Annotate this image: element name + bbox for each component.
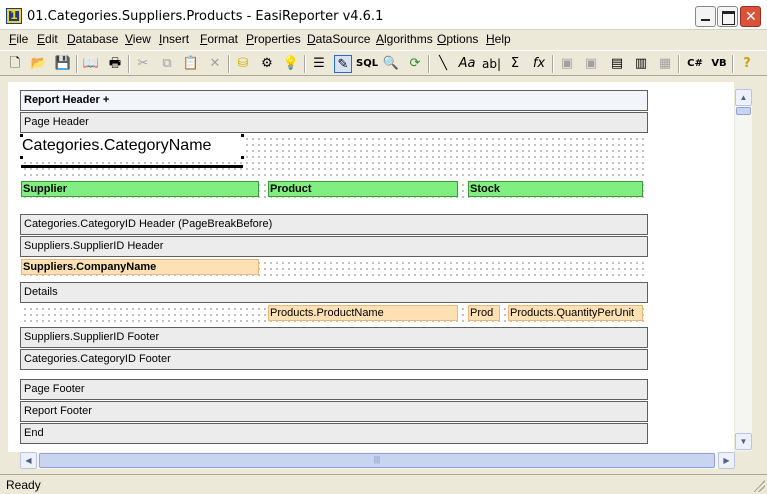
band-supplier-header[interactable]: Suppliers.SupplierID Header bbox=[20, 236, 648, 257]
menu-insert[interactable]: Insert bbox=[159, 32, 189, 46]
column-header-section[interactable]: Supplier Product Stock bbox=[20, 180, 648, 198]
menu-file[interactable]: File bbox=[9, 32, 28, 46]
resize-handle[interactable] bbox=[20, 134, 23, 137]
vb-button[interactable]: VB bbox=[708, 55, 730, 73]
details-section[interactable]: Products.ProductName Prod Products.Quant… bbox=[20, 304, 648, 322]
toolbar-separator bbox=[732, 55, 734, 73]
title-bar: 1 01.Categories.Suppliers.Products - Eas… bbox=[0, 0, 767, 30]
band-insert-icon[interactable]: ▥ bbox=[632, 55, 650, 73]
database-icon[interactable]: ⛁ bbox=[234, 55, 252, 73]
menu-bar: File Edit Database View Insert Format Pr… bbox=[0, 30, 767, 48]
band-delete-icon[interactable]: ▦ bbox=[656, 55, 674, 73]
menu-algorithms[interactable]: Algorithms bbox=[376, 32, 433, 46]
field-units-in-stock[interactable]: Prod bbox=[468, 305, 500, 321]
formula-icon[interactable]: fx bbox=[530, 55, 548, 73]
report-designer-canvas[interactable]: Report Header + Page Header Categories.C… bbox=[8, 82, 734, 452]
print-icon[interactable]: 🖶 bbox=[106, 55, 124, 73]
toolbar-separator bbox=[678, 55, 680, 73]
close-button[interactable] bbox=[740, 6, 761, 27]
horizontal-scroll-thumb[interactable]: ||| bbox=[39, 453, 715, 468]
toolbar-separator bbox=[552, 55, 554, 73]
toolbar-separator bbox=[304, 55, 306, 73]
minimize-button[interactable] bbox=[695, 6, 716, 27]
list-icon[interactable]: ☰ bbox=[310, 55, 328, 73]
horizontal-scrollbar[interactable]: ◀ ||| ▶ bbox=[20, 452, 735, 469]
csharp-button[interactable]: C# bbox=[684, 55, 706, 73]
resize-handle[interactable] bbox=[241, 134, 244, 137]
menu-options[interactable]: Options bbox=[437, 32, 478, 46]
line-tool-icon[interactable]: ╲ bbox=[434, 55, 452, 73]
vertical-scroll-thumb[interactable] bbox=[736, 107, 751, 115]
copy-icon[interactable]: ⧉ bbox=[158, 55, 176, 73]
menu-format[interactable]: Format bbox=[200, 32, 238, 46]
menu-help[interactable]: Help bbox=[486, 32, 511, 46]
menu-view[interactable]: View bbox=[125, 32, 151, 46]
status-bar: Ready bbox=[0, 474, 767, 494]
band-end[interactable]: End bbox=[20, 423, 648, 444]
menu-edit[interactable]: Edit bbox=[37, 32, 58, 46]
toolbar-separator bbox=[228, 55, 230, 73]
field-company-name[interactable]: Suppliers.CompanyName bbox=[21, 259, 259, 275]
resize-handle[interactable] bbox=[241, 156, 244, 159]
open-folder-icon[interactable]: 📂 bbox=[30, 55, 48, 73]
band-supplier-footer[interactable]: Suppliers.SupplierID Footer bbox=[20, 327, 648, 348]
maximize-button[interactable] bbox=[717, 6, 738, 27]
field-product-header[interactable]: Product bbox=[268, 181, 458, 197]
refresh-icon[interactable]: ⟳ bbox=[406, 55, 424, 73]
toolbar-separator bbox=[76, 55, 78, 73]
field-stock-header[interactable]: Stock bbox=[468, 181, 643, 197]
delete-icon[interactable]: ✕ bbox=[206, 55, 224, 73]
scroll-down-icon[interactable]: ▼ bbox=[735, 433, 752, 450]
band-report-footer[interactable]: Report Footer bbox=[20, 401, 648, 422]
menu-datasource[interactable]: DataSource bbox=[307, 32, 370, 46]
band-page-footer[interactable]: Page Footer bbox=[20, 379, 648, 400]
vertical-scrollbar[interactable]: ▲ ▼ bbox=[735, 89, 752, 451]
supplier-header-section[interactable]: Suppliers.CompanyName bbox=[20, 258, 648, 276]
band-category-footer[interactable]: Categories.CategoryID Footer bbox=[20, 349, 648, 370]
field-category-name[interactable]: Categories.CategoryName bbox=[21, 135, 243, 159]
scroll-right-icon[interactable]: ▶ bbox=[718, 452, 735, 469]
menu-database[interactable]: Database bbox=[67, 32, 118, 46]
toolbar: 🗋 📂 💾 📖 🖶 ✂ ⧉ 📋 ✕ ⛁ ⚙ 💡 ☰ ✎ SQL 🔍 ⟳ ╲ Aa… bbox=[0, 50, 767, 76]
band-details[interactable]: Details bbox=[20, 282, 648, 303]
band-report-header[interactable]: Report Header + bbox=[20, 90, 648, 111]
band-properties-icon[interactable]: ▤ bbox=[608, 55, 626, 73]
band-category-header[interactable]: Categories.CategoryID Header (PageBreakB… bbox=[20, 214, 648, 235]
scroll-left-icon[interactable]: ◀ bbox=[20, 452, 37, 469]
page-header-section[interactable]: Categories.CategoryName bbox=[20, 134, 648, 180]
preview-book-icon[interactable]: 📖 bbox=[82, 55, 100, 73]
field-product-name[interactable]: Products.ProductName bbox=[268, 305, 458, 321]
new-file-icon[interactable]: 🗋 bbox=[6, 55, 24, 73]
bring-front-icon[interactable]: ▣ bbox=[558, 55, 576, 73]
scroll-up-icon[interactable]: ▲ bbox=[735, 89, 752, 106]
resize-grip-icon[interactable] bbox=[753, 480, 765, 492]
send-back-icon[interactable]: ▣ bbox=[582, 55, 600, 73]
menu-properties[interactable]: Properties bbox=[246, 32, 301, 46]
help-icon[interactable]: ? bbox=[738, 55, 756, 73]
separator-line[interactable] bbox=[21, 165, 243, 168]
resize-handle[interactable] bbox=[20, 156, 23, 159]
query-icon[interactable]: ⚙ bbox=[258, 55, 276, 73]
text-tool-icon[interactable]: Aa bbox=[458, 55, 476, 73]
find-icon[interactable]: 🔍 bbox=[382, 55, 400, 73]
app-icon: 1 bbox=[6, 8, 22, 24]
toolbar-separator bbox=[428, 55, 430, 73]
save-icon[interactable]: 💾 bbox=[54, 55, 72, 73]
paste-icon[interactable]: 📋 bbox=[182, 55, 200, 73]
lightbulb-icon[interactable]: 💡 bbox=[282, 55, 300, 73]
design-mode-icon[interactable]: ✎ bbox=[334, 55, 352, 73]
toolbar-separator bbox=[128, 55, 130, 73]
field-tool-icon[interactable]: ab| bbox=[482, 55, 501, 73]
field-supplier-header[interactable]: Supplier bbox=[21, 181, 259, 197]
window-title: 01.Categories.Suppliers.Products - EasiR… bbox=[27, 9, 384, 24]
cut-icon[interactable]: ✂ bbox=[134, 55, 152, 73]
sum-icon[interactable]: Σ bbox=[506, 55, 524, 73]
band-page-header[interactable]: Page Header bbox=[20, 112, 648, 133]
field-quantity-per-unit[interactable]: Products.QuantityPerUnit bbox=[508, 305, 643, 321]
sql-button[interactable]: SQL bbox=[356, 55, 378, 73]
status-text: Ready bbox=[6, 478, 41, 492]
